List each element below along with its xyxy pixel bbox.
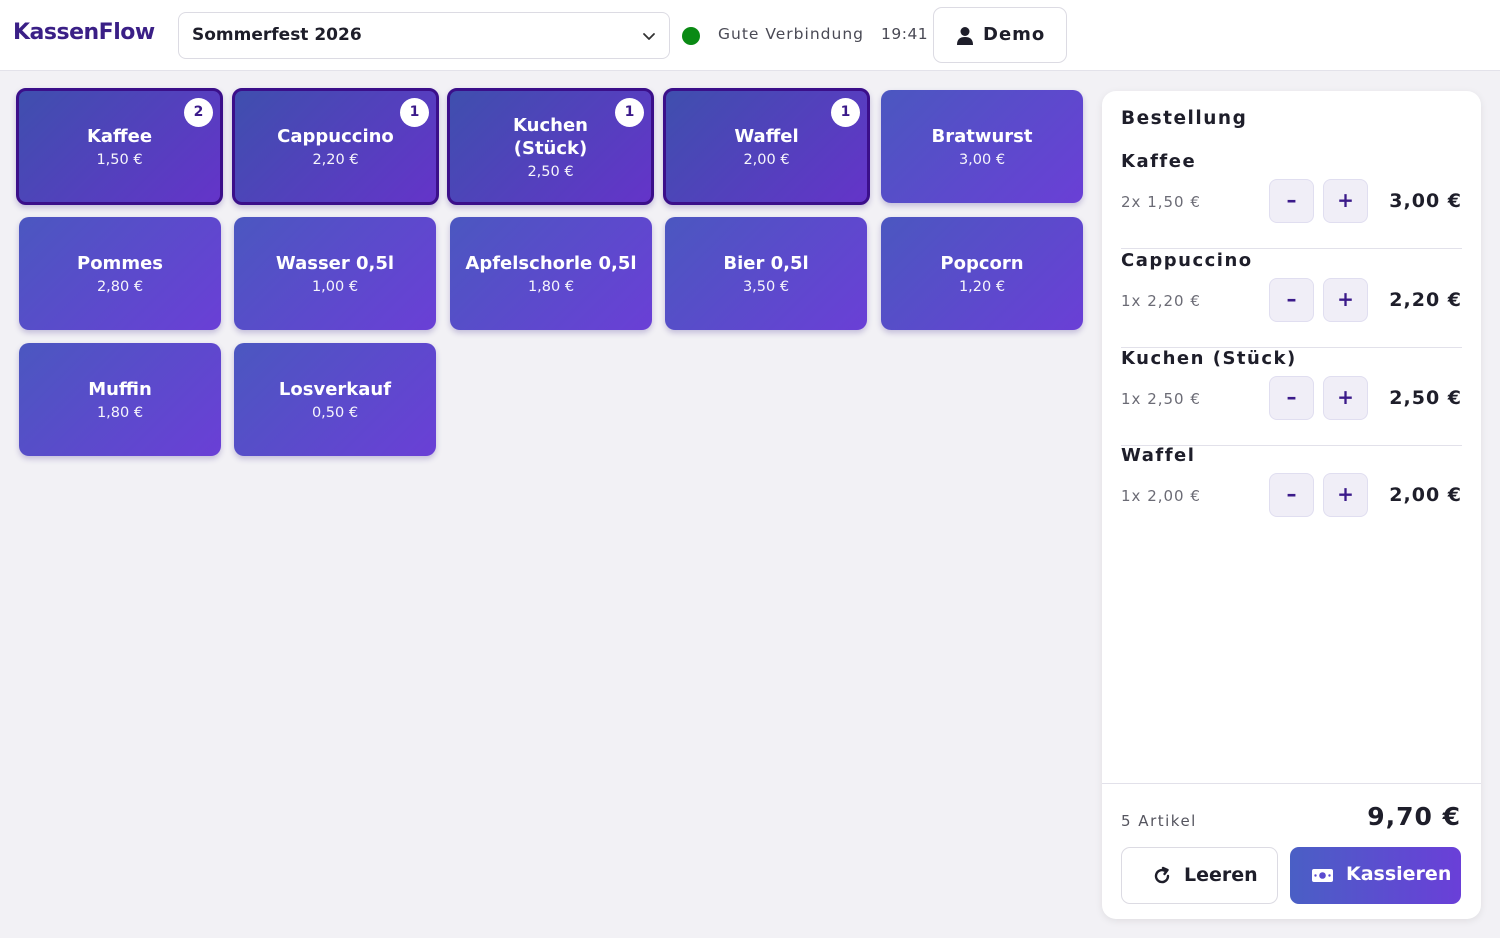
product-name: Bier 0,5l xyxy=(723,253,809,274)
increase-button[interactable]: + xyxy=(1323,179,1368,223)
product-tile-kaffee[interactable]: Kaffee 1,50 € 2 xyxy=(16,88,223,205)
order-item-name: Waffel xyxy=(1121,445,1196,466)
order-item: Waffel 1x 2,00 € – + 2,00 € xyxy=(1121,445,1462,543)
quantity-badge: 1 xyxy=(615,98,644,127)
order-item-qty: 2x 1,50 € xyxy=(1121,193,1201,211)
order-item: Kaffee 2x 1,50 € – + 3,00 € xyxy=(1121,151,1462,249)
increase-button[interactable]: + xyxy=(1323,278,1368,322)
app-logo-text: KassenFlow xyxy=(13,20,155,45)
connection-status-text: Gute Verbindung xyxy=(718,25,864,43)
connection-status-icon xyxy=(682,27,700,45)
order-item-name: Cappuccino xyxy=(1121,250,1253,271)
event-select[interactable]: Sommerfest 2026 xyxy=(178,12,670,59)
checkout-button[interactable]: Kassieren xyxy=(1290,847,1461,904)
order-item-name: Kuchen (Stück) xyxy=(1121,348,1297,369)
product-tile-pommes[interactable]: Pommes 2,80 € xyxy=(19,217,221,330)
product-price: 2,80 € xyxy=(96,279,144,295)
event-select-value: Sommerfest 2026 xyxy=(192,25,362,45)
quantity-badge: 2 xyxy=(184,98,213,127)
user-button[interactable]: Demo xyxy=(933,7,1067,63)
divider xyxy=(1121,248,1462,249)
product-name: Cappuccino xyxy=(277,126,394,147)
product-price: 1,80 € xyxy=(96,405,144,421)
order-panel: Bestellung Kaffee 2x 1,50 € – + 3,00 € C… xyxy=(1102,91,1481,919)
cash-icon xyxy=(1312,869,1333,882)
order-item: Cappuccino 1x 2,20 € – + 2,20 € xyxy=(1121,250,1462,348)
product-price: 0,50 € xyxy=(311,405,359,421)
order-title: Bestellung xyxy=(1121,108,1248,129)
clear-button[interactable]: Leeren xyxy=(1121,847,1278,904)
item-count: 5 Artikel xyxy=(1121,812,1197,830)
user-icon xyxy=(957,27,973,45)
product-tile-waffel[interactable]: Waffel 2,00 € 1 xyxy=(663,88,870,205)
chevron-down-icon xyxy=(643,33,655,40)
product-name: Wasser 0,5l xyxy=(275,253,395,274)
product-tile-bier[interactable]: Bier 0,5l 3,50 € xyxy=(665,217,867,330)
order-item-total: 2,20 € xyxy=(1389,289,1462,311)
product-price: 2,50 € xyxy=(527,163,574,180)
product-tile-kuchen[interactable]: Kuchen (Stück) 2,50 € 1 xyxy=(447,88,654,205)
product-name: Waffel xyxy=(734,126,799,147)
product-tile-muffin[interactable]: Muffin 1,80 € xyxy=(19,343,221,456)
product-name: Apfelschorle 0,5l xyxy=(465,253,637,274)
quantity-badge: 1 xyxy=(400,98,429,127)
order-item-name: Kaffee xyxy=(1121,151,1197,172)
top-bar: KassenFlow Sommerfest 2026 Gute Verbindu… xyxy=(0,0,1500,71)
quantity-badge: 1 xyxy=(831,98,860,127)
increase-button[interactable]: + xyxy=(1323,473,1368,517)
product-name: Bratwurst xyxy=(931,126,1033,147)
product-price: 2,20 € xyxy=(312,152,359,168)
order-item-qty: 1x 2,00 € xyxy=(1121,487,1201,505)
product-price: 1,00 € xyxy=(311,279,359,295)
order-item-total: 2,50 € xyxy=(1389,387,1462,409)
product-tile-popcorn[interactable]: Popcorn 1,20 € xyxy=(881,217,1083,330)
product-tile-apfelschorle[interactable]: Apfelschorle 0,5l 1,80 € xyxy=(450,217,652,330)
product-tile-losverkauf[interactable]: Losverkauf 0,50 € xyxy=(234,343,436,456)
product-tile-cappuccino[interactable]: Cappuccino 2,20 € 1 xyxy=(232,88,439,205)
checkout-button-label: Kassieren xyxy=(1346,863,1452,885)
decrease-button[interactable]: – xyxy=(1269,473,1314,517)
decrease-button[interactable]: – xyxy=(1269,179,1314,223)
product-name: Muffin xyxy=(88,379,152,400)
divider xyxy=(1102,783,1481,784)
order-item-qty: 1x 2,20 € xyxy=(1121,292,1201,310)
product-name: Kuchen (Stück) xyxy=(513,114,588,159)
decrease-button[interactable]: – xyxy=(1269,376,1314,420)
clear-button-label: Leeren xyxy=(1184,864,1258,886)
clock: 19:41 xyxy=(881,25,929,43)
order-total: 9,70 € xyxy=(1367,802,1461,831)
product-price: 3,50 € xyxy=(742,279,790,295)
product-price: 1,20 € xyxy=(958,279,1006,295)
product-price: 3,00 € xyxy=(958,152,1006,168)
product-name: Kaffee xyxy=(86,126,153,147)
decrease-button[interactable]: – xyxy=(1269,278,1314,322)
product-tile-bratwurst[interactable]: Bratwurst 3,00 € xyxy=(881,90,1083,203)
order-item-qty: 1x 2,50 € xyxy=(1121,390,1201,408)
order-item: Kuchen (Stück) 1x 2,50 € – + 2,50 € xyxy=(1121,348,1462,446)
product-price: 1,50 € xyxy=(96,152,143,168)
product-name: Popcorn xyxy=(940,253,1024,274)
product-name: Pommes xyxy=(77,253,163,274)
app-logo: KassenFlow xyxy=(13,20,155,45)
increase-button[interactable]: + xyxy=(1323,376,1368,420)
order-item-total: 3,00 € xyxy=(1389,190,1462,212)
product-tile-wasser[interactable]: Wasser 0,5l 1,00 € xyxy=(234,217,436,330)
product-price: 2,00 € xyxy=(743,152,790,168)
order-item-total: 2,00 € xyxy=(1389,484,1462,506)
refresh-icon xyxy=(1154,866,1170,884)
product-price: 1,80 € xyxy=(527,279,575,295)
user-name: Demo xyxy=(983,24,1046,45)
product-name: Losverkauf xyxy=(278,379,392,400)
